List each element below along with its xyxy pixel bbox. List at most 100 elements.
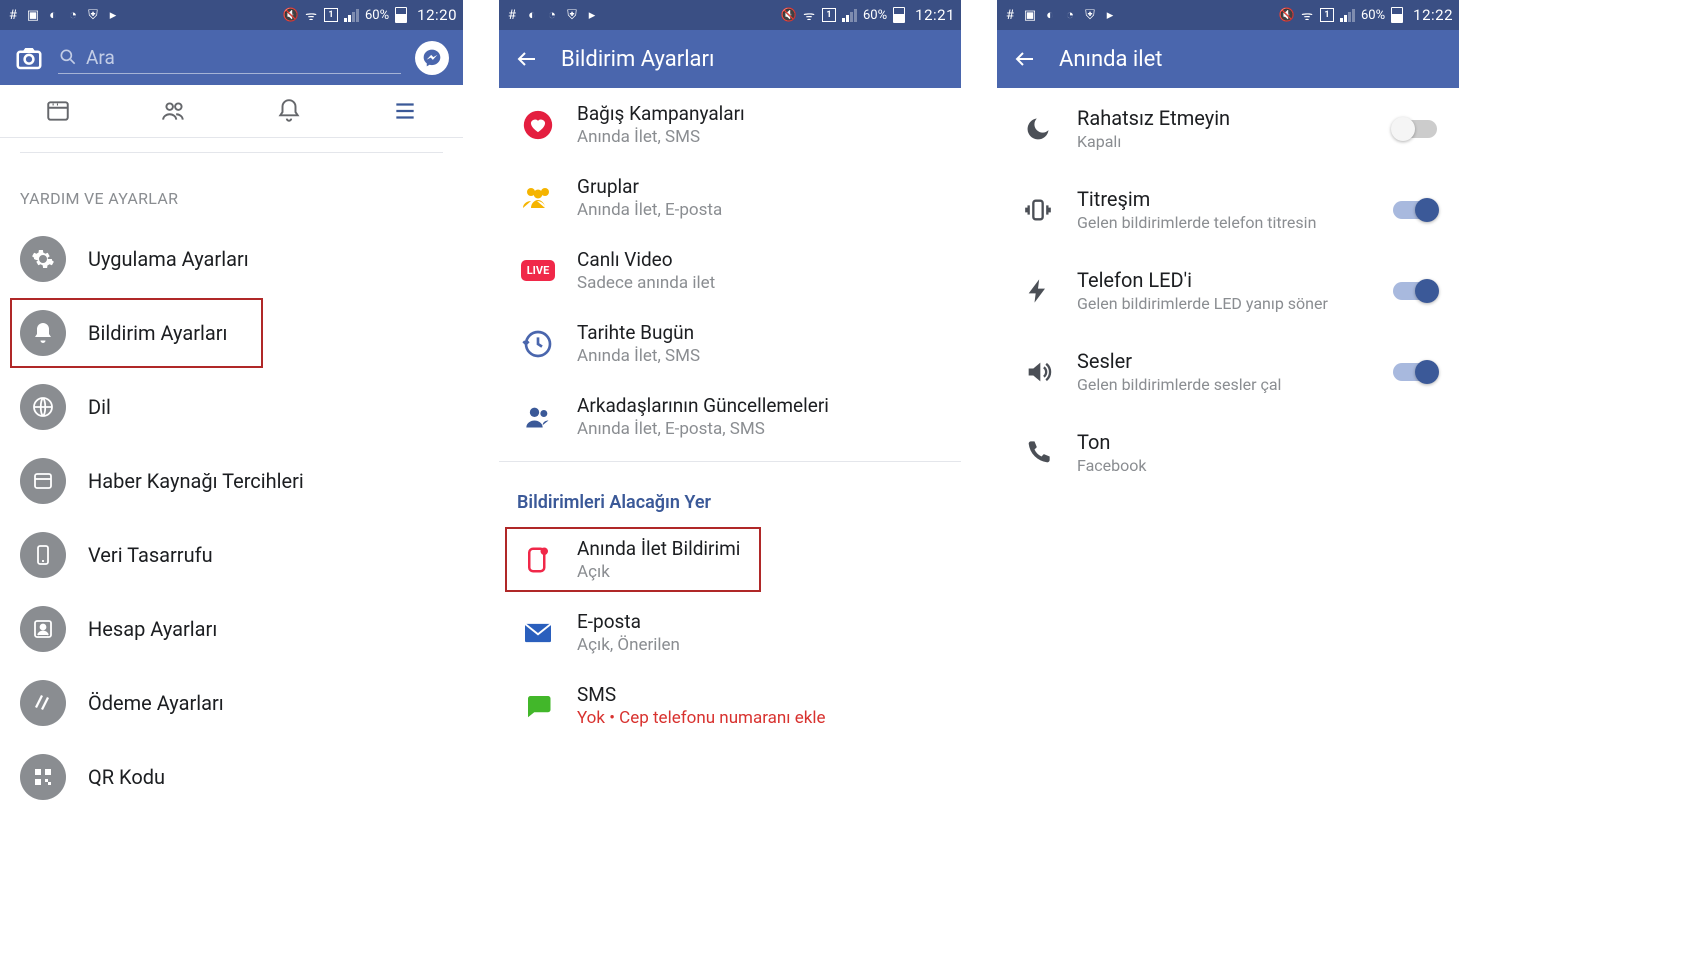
messenger-button[interactable] xyxy=(415,41,449,75)
menu-qr-code[interactable]: QR Kodu xyxy=(0,740,463,814)
menu-label: Bildirim Ayarları xyxy=(88,321,227,345)
menu-notification-settings[interactable]: Bildirim Ayarları xyxy=(0,296,463,370)
search-placeholder: Ara xyxy=(86,46,115,69)
bell-icon xyxy=(20,310,66,356)
vibrate-icon xyxy=(1019,191,1057,229)
menu-label: QR Kodu xyxy=(88,765,165,789)
setting-friend-updates[interactable]: Arkadaşlarının GüncellemeleriAnında İlet… xyxy=(499,380,961,453)
setting-title: Gruplar xyxy=(577,175,722,198)
status-bar: # ◐ ◔ ⛨ ▸ 🔇 ᯤ 1 60% 12:21 xyxy=(499,0,961,30)
speaker-icon xyxy=(1019,353,1057,391)
dest-title: Anında İlet Bildirimi xyxy=(577,537,740,560)
moon-icon xyxy=(1019,110,1057,148)
settings-menu: Uygulama Ayarları Bildirim Ayarları Dil … xyxy=(0,214,463,822)
dest-sub: Yok • Cep telefonu numaranı ekle xyxy=(577,708,825,728)
option-tone[interactable]: TonFacebook xyxy=(997,412,1459,493)
option-title: Ton xyxy=(1077,430,1437,454)
status-time: 12:21 xyxy=(915,6,955,24)
live-icon: LIVE xyxy=(517,250,559,292)
toggle-dnd[interactable] xyxy=(1393,120,1437,138)
page-header: Bildirim Ayarları xyxy=(499,30,961,88)
sim-icon: 1 xyxy=(324,8,338,22)
status-bar: # ▣ ◐ ◔ ⛨ ▸ 🔇 ᯤ 1 60% 12:22 xyxy=(997,0,1459,30)
dest-sub: Açık xyxy=(577,562,740,582)
mute-icon: 🔇 xyxy=(1280,8,1294,22)
toggle-led[interactable] xyxy=(1393,282,1437,300)
option-title: Rahatsız Etmeyin xyxy=(1077,106,1373,130)
mail-icon xyxy=(517,612,559,654)
dest-email[interactable]: E-postaAçık, Önerilen xyxy=(499,596,961,669)
option-sub: Gelen bildirimlerde telefon titresin xyxy=(1077,213,1373,232)
option-vibrate[interactable]: TitreşimGelen bildirimlerde telefon titr… xyxy=(997,169,1459,250)
back-button[interactable] xyxy=(515,47,539,71)
menu-data-saver[interactable]: Veri Tasarrufu xyxy=(0,518,463,592)
back-button[interactable] xyxy=(1013,47,1037,71)
setting-sub: Anında İlet, SMS xyxy=(577,127,745,147)
pie-icon: ◔ xyxy=(545,8,559,22)
option-sounds[interactable]: SeslerGelen bildirimlerde sesler çal xyxy=(997,331,1459,412)
menu-language[interactable]: Dil xyxy=(0,370,463,444)
screen-push-settings: # ▣ ◐ ◔ ⛨ ▸ 🔇 ᯤ 1 60% 12:22 Anında ilet xyxy=(997,0,1459,960)
setting-groups[interactable]: GruplarAnında İlet, E-posta xyxy=(499,161,961,234)
setting-title: Bağış Kampanyaları xyxy=(577,102,745,125)
section-destinations: Bildirimleri Alacağın Yer xyxy=(499,470,961,523)
menu-label: Ödeme Ayarları xyxy=(88,691,224,715)
menu-feed-prefs[interactable]: Haber Kaynağı Tercihleri xyxy=(0,444,463,518)
search-icon xyxy=(58,47,78,67)
search-input[interactable]: Ara xyxy=(58,41,401,74)
toggle-vibrate[interactable] xyxy=(1393,201,1437,219)
menu-label: Dil xyxy=(88,395,111,419)
battery-icon xyxy=(395,7,407,23)
dest-sms[interactable]: SMSYok • Cep telefonu numaranı ekle xyxy=(499,669,961,742)
page-title: Anında ilet xyxy=(1059,47,1163,72)
signal-icon xyxy=(842,9,857,22)
gear-icon xyxy=(20,236,66,282)
setting-title: Tarihte Bugün xyxy=(577,321,700,344)
section-header: YARDIM VE AYARLAR xyxy=(0,153,463,214)
shield-icon: ⛨ xyxy=(86,8,100,22)
tab-friends[interactable] xyxy=(116,85,232,137)
setting-live-video[interactable]: LIVE Canlı VideoSadece anında ilet xyxy=(499,234,961,307)
play-icon: ▸ xyxy=(1103,8,1117,22)
dest-push[interactable]: Anında İlet BildirimiAçık xyxy=(499,523,961,596)
push-options: Rahatsız Etmeyin Kapalı TitreşimGelen bil… xyxy=(997,88,1459,493)
page-title: Bildirim Ayarları xyxy=(561,47,714,72)
pie-icon: ◔ xyxy=(66,8,80,22)
menu-label: Uygulama Ayarları xyxy=(88,247,249,271)
hash-icon: # xyxy=(505,8,519,22)
tab-notifications[interactable] xyxy=(232,85,348,137)
phone-handset-icon xyxy=(1019,434,1057,472)
tab-feed[interactable] xyxy=(0,85,116,137)
image-icon: ▣ xyxy=(1023,8,1037,22)
menu-label: Hesap Ayarları xyxy=(88,617,217,641)
sms-icon xyxy=(517,685,559,727)
menu-account-settings[interactable]: Hesap Ayarları xyxy=(0,592,463,666)
screen-notification-settings: # ◐ ◔ ⛨ ▸ 🔇 ᯤ 1 60% 12:21 Bildirim Ayarl… xyxy=(499,0,961,960)
setting-title: Canlı Video xyxy=(577,248,715,271)
signal-icon xyxy=(1340,9,1355,22)
option-dnd[interactable]: Rahatsız Etmeyin Kapalı xyxy=(997,88,1459,169)
bolt-icon xyxy=(1019,272,1057,310)
account-icon xyxy=(20,606,66,652)
friends-icon xyxy=(517,396,559,438)
tab-menu[interactable] xyxy=(347,85,463,137)
option-title: Sesler xyxy=(1077,349,1373,373)
setting-sub: Anında İlet, E-posta, SMS xyxy=(577,419,829,439)
menu-app-settings[interactable]: Uygulama Ayarları xyxy=(0,222,463,296)
qr-icon xyxy=(20,754,66,800)
tab-bar xyxy=(0,85,463,138)
setting-on-this-day[interactable]: Tarihte BugünAnında İlet, SMS xyxy=(499,307,961,380)
sim-icon: 1 xyxy=(822,8,836,22)
toggle-sounds[interactable] xyxy=(1393,363,1437,381)
option-sub: Kapalı xyxy=(1077,132,1373,151)
sync-icon: ◐ xyxy=(46,8,60,22)
setting-fundraisers[interactable]: Bağış KampanyalarıAnında İlet, SMS xyxy=(499,88,961,161)
sync-icon: ◐ xyxy=(525,8,539,22)
shield-icon: ⛨ xyxy=(565,8,579,22)
battery-percent: 60% xyxy=(1361,8,1385,23)
setting-title: Arkadaşlarının Güncellemeleri xyxy=(577,394,829,417)
menu-payment-settings[interactable]: Ödeme Ayarları xyxy=(0,666,463,740)
option-led[interactable]: Telefon LED'iGelen bildirimlerde LED yan… xyxy=(997,250,1459,331)
camera-icon[interactable] xyxy=(14,43,44,73)
menu-label: Veri Tasarrufu xyxy=(88,543,213,567)
